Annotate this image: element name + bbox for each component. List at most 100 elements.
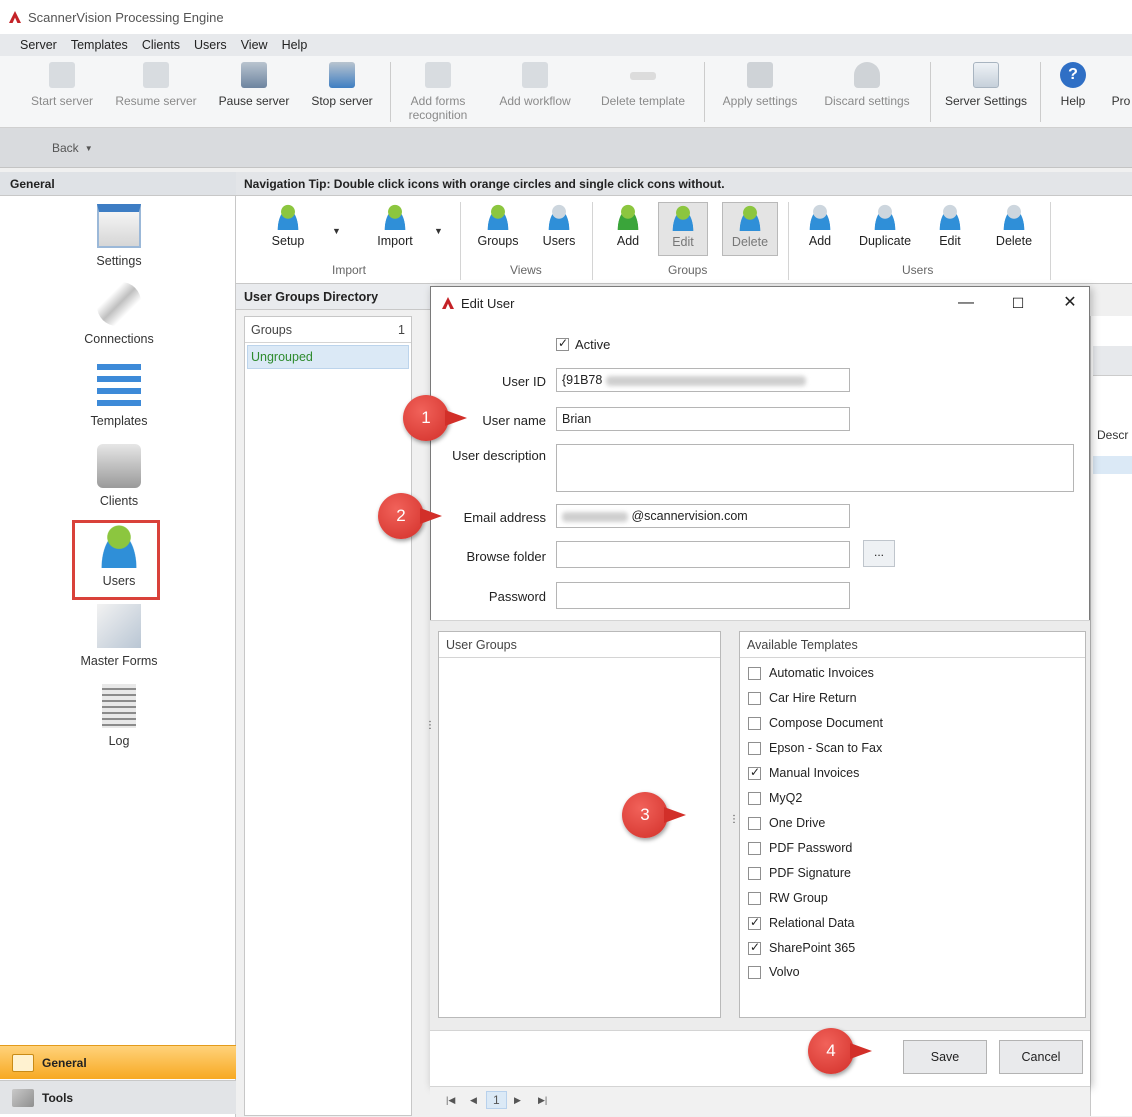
template-item[interactable]: PDF Signature xyxy=(748,866,851,880)
template-item[interactable]: PDF Password xyxy=(748,841,852,855)
navigation-bar: Back ▼ xyxy=(0,128,1132,168)
users-view-button[interactable]: Users xyxy=(538,204,580,248)
discard-settings-button[interactable]: Discard settings xyxy=(816,60,918,126)
template-item[interactable]: MyQ2 xyxy=(748,791,802,805)
nav-pane-general[interactable]: General xyxy=(0,1045,236,1079)
first-page-icon[interactable]: |◀ xyxy=(446,1095,455,1106)
nav-pane-tools[interactable]: Tools xyxy=(0,1080,236,1114)
overflow-button[interactable]: Pro xyxy=(1110,60,1132,126)
next-page-icon[interactable]: ▶ xyxy=(514,1095,521,1106)
template-item[interactable]: Automatic Invoices xyxy=(748,666,874,680)
settings-icon xyxy=(97,204,141,248)
nav-item-log[interactable]: Log xyxy=(60,684,178,748)
checkbox-unchecked-icon xyxy=(748,741,761,755)
add-workflow-button[interactable]: Add workflow xyxy=(488,60,582,126)
menu-clients[interactable]: Clients xyxy=(142,38,180,52)
users-highlight-box xyxy=(72,520,160,600)
template-item[interactable]: Compose Document xyxy=(748,716,883,730)
toolbar-divider xyxy=(390,62,391,122)
menu-server[interactable]: Server xyxy=(20,38,57,52)
group-add-button[interactable]: Add xyxy=(610,204,646,248)
close-icon[interactable]: ✕ xyxy=(1055,293,1085,313)
pause-server-button[interactable]: Pause server xyxy=(214,60,294,126)
stop-server-icon xyxy=(329,62,355,88)
nav-item-clients[interactable]: Clients xyxy=(60,444,178,508)
nav-item-connections[interactable]: Connections xyxy=(60,282,178,346)
nav-item-settings[interactable]: Settings xyxy=(60,204,178,268)
cancel-button[interactable]: Cancel xyxy=(999,1040,1083,1074)
users-ribbon: Setup ▼ Import ▼ Import Groups Users Vie… xyxy=(236,196,1132,284)
nav-item-master-forms[interactable]: Master Forms xyxy=(60,604,178,668)
template-item[interactable]: RW Group xyxy=(748,891,828,905)
template-item[interactable]: Epson - Scan to Fax xyxy=(748,741,882,755)
email-field[interactable]: @scannervision.com xyxy=(556,504,850,528)
menu-bar: Server Templates Clients Users View Help xyxy=(0,34,1132,56)
ribbon-divider xyxy=(460,202,461,280)
prev-page-icon[interactable]: ◀ xyxy=(470,1095,477,1106)
nav-header: General xyxy=(0,172,236,196)
checkbox-unchecked-icon xyxy=(748,716,761,730)
nav-item-templates[interactable]: Templates xyxy=(60,364,178,428)
user-name-field[interactable]: Brian xyxy=(556,407,850,431)
toolbar-divider xyxy=(704,62,705,122)
add-forms-recognition-button[interactable]: Add forms recognition xyxy=(400,60,476,126)
maximize-icon[interactable]: ☐ xyxy=(1003,293,1033,313)
setup-button[interactable]: Setup xyxy=(266,204,310,248)
last-page-icon[interactable]: ▶| xyxy=(538,1095,547,1106)
user-description-field[interactable] xyxy=(556,444,1074,492)
user-duplicate-button[interactable]: Duplicate xyxy=(852,204,918,248)
minimize-icon[interactable]: — xyxy=(951,293,981,313)
grid-row-selected[interactable] xyxy=(1093,456,1132,474)
browse-folder-field[interactable] xyxy=(556,541,850,568)
left-navigation: General Settings Connections Templates C… xyxy=(0,172,236,1117)
group-delete-icon xyxy=(737,205,763,231)
template-item[interactable]: Manual Invoices xyxy=(748,765,859,780)
group-edit-icon xyxy=(670,205,696,231)
delete-template-button[interactable]: Delete template xyxy=(592,60,694,126)
user-delete-button[interactable]: Delete xyxy=(990,204,1038,248)
user-id-field[interactable]: {91B78 xyxy=(556,368,850,392)
template-item[interactable]: One Drive xyxy=(748,816,825,830)
apply-settings-button[interactable]: Apply settings xyxy=(714,60,806,126)
group-item-ungrouped[interactable]: Ungrouped xyxy=(247,345,409,369)
groups-icon xyxy=(485,204,511,230)
user-groups-list[interactable]: User Groups xyxy=(438,631,721,1018)
group-label-import: Import xyxy=(332,263,367,277)
template-item[interactable]: Relational Data xyxy=(748,915,854,930)
import-button[interactable]: Import xyxy=(370,204,420,248)
title-bar: ScannerVision Processing Engine xyxy=(0,0,1132,34)
checkbox-unchecked-icon xyxy=(748,791,761,805)
help-button[interactable]: ? Help xyxy=(1050,60,1096,126)
menu-users[interactable]: Users xyxy=(194,38,227,52)
start-server-button[interactable]: Start server xyxy=(26,60,98,126)
template-item[interactable]: Car Hire Return xyxy=(748,691,857,705)
user-edit-button[interactable]: Edit xyxy=(932,204,968,248)
template-item[interactable]: Volvo xyxy=(748,965,800,979)
setup-dropdown-icon[interactable]: ▼ xyxy=(332,226,341,236)
group-delete-button[interactable]: Delete xyxy=(722,202,778,256)
server-settings-button[interactable]: Server Settings xyxy=(938,60,1034,126)
resume-server-button[interactable]: Resume server xyxy=(112,60,200,126)
menu-help[interactable]: Help xyxy=(282,38,308,52)
groups-view-button[interactable]: Groups xyxy=(474,204,522,248)
checkbox-checked-icon xyxy=(748,915,761,930)
splitter-handle[interactable]: ⋮ xyxy=(425,721,435,731)
password-field[interactable] xyxy=(556,582,850,609)
template-item[interactable]: SharePoint 365 xyxy=(748,940,855,955)
stop-server-button[interactable]: Stop server xyxy=(306,60,378,126)
browse-folder-button[interactable]: ... xyxy=(863,540,895,567)
menu-view[interactable]: View xyxy=(241,38,268,52)
splitter-handle[interactable]: ⋮ xyxy=(729,815,739,825)
dialog-button-bar xyxy=(430,1030,1090,1086)
import-dropdown-icon[interactable]: ▼ xyxy=(434,226,443,236)
menu-templates[interactable]: Templates xyxy=(71,38,128,52)
active-checkbox[interactable]: Active xyxy=(556,336,610,352)
save-button[interactable]: Save xyxy=(903,1040,987,1074)
app-logo-icon xyxy=(441,296,455,310)
user-add-button[interactable]: Add xyxy=(802,204,838,248)
checkbox-checked-icon xyxy=(748,765,761,780)
back-button[interactable]: Back ▼ xyxy=(52,137,106,159)
page-number[interactable]: 1 xyxy=(486,1091,507,1109)
group-edit-button[interactable]: Edit xyxy=(658,202,708,256)
description-column-header: Descr xyxy=(1097,428,1129,442)
